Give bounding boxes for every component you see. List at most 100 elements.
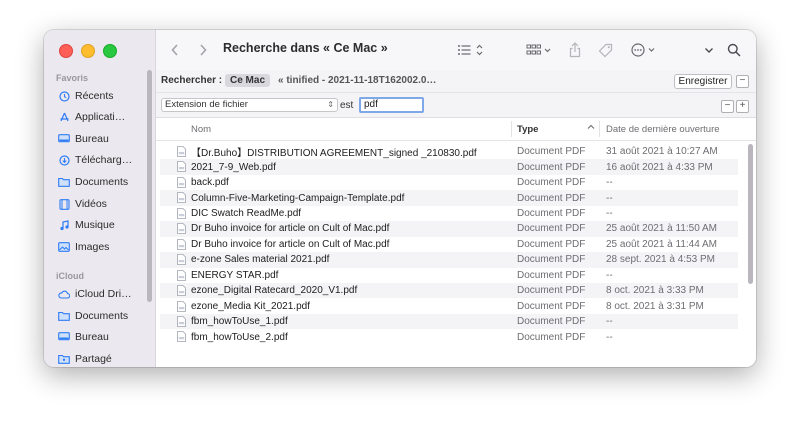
view-options-button[interactable] [457, 41, 485, 59]
desktop-icon [58, 133, 70, 145]
chevron-down-icon [705, 48, 713, 53]
file-row[interactable]: ezone_Digital Ratecard_2020_V1.pdf Docume… [160, 283, 738, 299]
scope-folder-button[interactable]: « tinified - 2021-11-18T162002.0… [278, 75, 436, 86]
sidebar-item-telechargements[interactable]: Télécharg… [58, 151, 150, 169]
sidebar-item-recents[interactable]: Récents [58, 87, 150, 105]
file-last-opened: 8 oct. 2021 à 3:31 PM [606, 300, 704, 312]
file-last-opened: -- [606, 316, 613, 328]
file-row[interactable]: fbm_howToUse_2.pdf Document PDF -- [160, 329, 738, 344]
pdf-file-icon [177, 238, 186, 250]
sidebar-item-label: Bureau [75, 133, 109, 145]
column-header-date[interactable]: Date de dernière ouverture [606, 124, 720, 135]
ellipsis-circle-icon [631, 43, 655, 57]
pdf-file-icon [177, 316, 186, 327]
column-divider[interactable] [511, 121, 512, 137]
sidebar-item-musique[interactable]: Musique [58, 216, 150, 234]
sidebar-section-favoris: Favoris [56, 73, 89, 83]
sidebar-item-videos[interactable]: Vidéos [58, 195, 150, 213]
close-window-button[interactable] [59, 44, 73, 58]
scope-ce-mac-button[interactable]: Ce Mac [225, 74, 271, 87]
pdf-file-icon [177, 146, 186, 157]
file-last-opened: -- [606, 269, 613, 281]
zoom-window-button[interactable] [103, 44, 117, 58]
sidebar-item-partage[interactable]: Partagé [58, 350, 150, 367]
tag-button[interactable] [598, 41, 613, 59]
chevron-right-icon [200, 44, 207, 56]
sidebar-item-applications[interactable]: Applicati… [58, 108, 150, 126]
search-scope-label: Rechercher : [161, 75, 223, 86]
results-list: Nom Type Date de dernière ouverture 【Dr.… [156, 118, 756, 367]
sidebar-scrollbar[interactable] [147, 70, 152, 302]
share-button[interactable] [569, 41, 581, 59]
file-last-opened: 8 oct. 2021 à 3:33 PM [606, 285, 704, 297]
file-row[interactable]: back.pdf Document PDF -- [160, 175, 738, 190]
file-last-opened: -- [606, 207, 613, 219]
back-button[interactable] [170, 41, 180, 59]
cloud-icon [58, 288, 70, 300]
file-row[interactable]: 2021_7-9_Web.pdf Document PDF 16 août 2021… [160, 159, 738, 175]
file-row[interactable]: ezone_Media Kit_2021.pdf Document PDF 8 oc… [160, 299, 738, 314]
search-scope-bar: Rechercher : Ce Mac « tinified - 2021-11… [156, 70, 756, 93]
file-row[interactable]: 【Dr.Buho】DISTRIBUTION AGREEMENT_signed _… [160, 144, 738, 159]
sidebar-item-images[interactable]: Images [58, 238, 150, 256]
sidebar-item-documents[interactable]: Documents [58, 173, 150, 191]
film-icon [58, 198, 70, 210]
sidebar-item-label: Musique [75, 219, 115, 231]
minimize-window-button[interactable] [81, 44, 95, 58]
column-header-name[interactable]: Nom [191, 124, 211, 135]
column-header: Nom Type Date de dernière ouverture [156, 118, 756, 141]
sidebar-section-icloud: iCloud [56, 271, 84, 281]
sidebar-item-label: Partagé [75, 353, 112, 365]
more-actions-button[interactable] [631, 41, 659, 59]
column-header-type[interactable]: Type [517, 124, 538, 135]
file-type: Document PDF [517, 316, 586, 328]
file-row[interactable]: DIC Swatch ReadMe.pdf Document PDF -- [160, 206, 738, 221]
file-type: Document PDF [517, 161, 586, 173]
file-type: Document PDF [517, 285, 586, 297]
music-icon [58, 219, 70, 231]
file-row[interactable]: e-zone Sales material 2021.pdf Document P… [160, 252, 738, 268]
file-name: Dr Buho invoice for article on Cult of M… [191, 238, 390, 250]
desktop-icon [58, 331, 70, 343]
file-name: e-zone Sales material 2021.pdf [191, 254, 330, 266]
file-last-opened: -- [606, 331, 613, 343]
list-view-icon [458, 44, 483, 56]
remove-search-button[interactable]: − [736, 75, 749, 88]
column-divider[interactable] [599, 121, 600, 137]
attribute-select-value: Extension de fichier [165, 99, 248, 110]
forward-button[interactable] [198, 41, 208, 59]
toolbar-overflow-button[interactable] [703, 41, 715, 59]
file-name: DIC Swatch ReadMe.pdf [191, 207, 302, 219]
sidebar-item-label: Images [75, 241, 110, 253]
file-row[interactable]: Dr Buho invoice for article on Cult of M… [160, 237, 738, 252]
window-title: Recherche dans « Ce Mac » [223, 41, 388, 55]
operator-label: est [340, 100, 354, 111]
file-type: Document PDF [517, 254, 586, 266]
group-button[interactable] [526, 41, 552, 59]
search-button[interactable] [727, 41, 741, 59]
file-name: fbm_howToUse_1.pdf [191, 316, 288, 328]
sidebar-item-icloud-documents[interactable]: Documents [58, 307, 150, 325]
pdf-file-icon [177, 331, 186, 343]
pdf-file-icon [177, 207, 186, 219]
add-criteria-button[interactable]: + [736, 100, 749, 113]
remove-criteria-button[interactable]: − [721, 100, 734, 113]
pdf-file-icon [177, 176, 186, 188]
file-row[interactable]: Column-Five-Marketing-Campaign-Template.… [160, 190, 738, 206]
file-row[interactable]: Dr Buho invoice for article on Cult of M… [160, 221, 738, 237]
list-scrollbar[interactable] [748, 144, 753, 284]
criteria-value-field[interactable]: pdf [359, 97, 424, 113]
file-row[interactable]: ENERGY STAR.pdf Document PDF -- [160, 268, 738, 283]
sidebar-item-label: Récents [75, 90, 114, 102]
search-criteria-bar: Extension de fichier ⇕ est pdf − + [156, 93, 756, 118]
save-search-button[interactable]: Enregistrer [674, 74, 732, 89]
clock-icon [58, 90, 70, 102]
sidebar-item-icloud-drive[interactable]: iCloud Dri… [58, 285, 150, 303]
attribute-select[interactable]: Extension de fichier ⇕ [161, 98, 338, 112]
file-type: Document PDF [517, 223, 586, 235]
sidebar-item-icloud-bureau[interactable]: Bureau [58, 328, 150, 346]
shared-folder-icon [58, 353, 70, 365]
file-type: Document PDF [517, 269, 586, 281]
file-row[interactable]: fbm_howToUse_1.pdf Document PDF -- [160, 313, 738, 330]
sidebar-item-bureau[interactable]: Bureau [58, 130, 150, 148]
